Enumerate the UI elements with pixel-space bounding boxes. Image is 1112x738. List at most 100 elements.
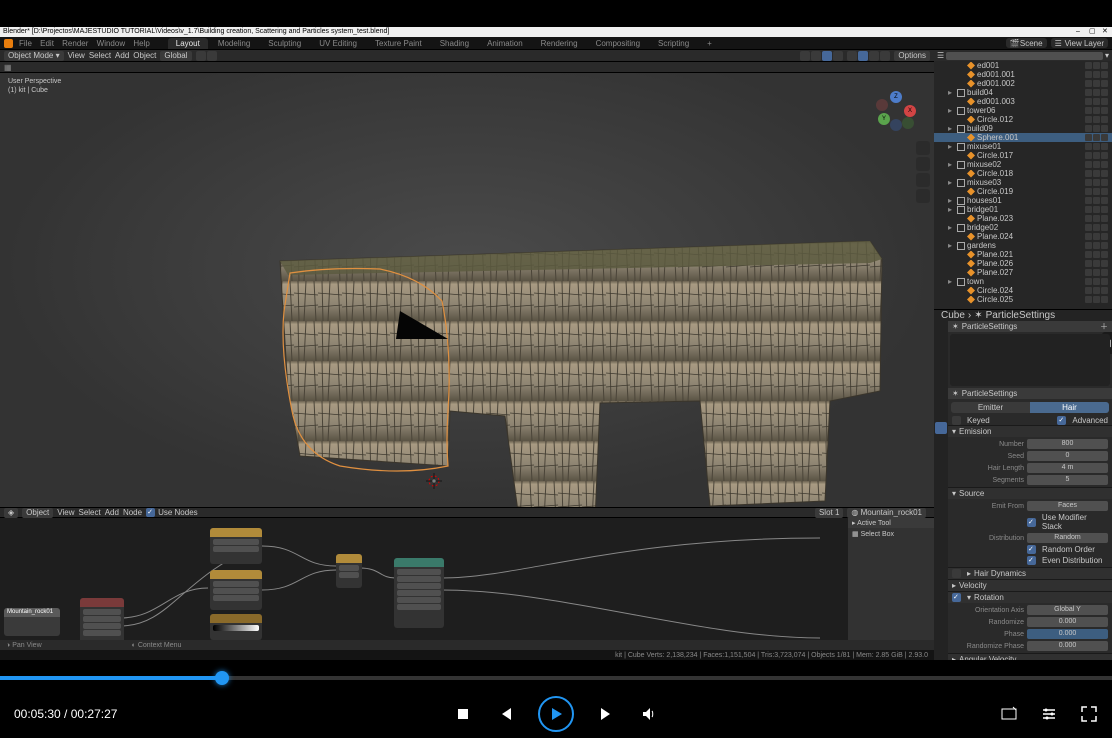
outliner-row[interactable]: Sphere.001: [934, 133, 1112, 142]
navigation-gizmo[interactable]: X Y Z: [876, 91, 916, 131]
tab-shading[interactable]: Shading: [432, 38, 477, 49]
outliner-row[interactable]: ▸mixuse03: [934, 178, 1112, 187]
visibility-toggle-icon[interactable]: [1093, 224, 1100, 231]
rendered-icon[interactable]: [880, 51, 890, 61]
vp-menu-view[interactable]: View: [68, 51, 85, 60]
hairdyn-title[interactable]: ▸ Hair Dynamics: [948, 568, 1112, 579]
prev-button[interactable]: [496, 705, 514, 723]
outliner-row[interactable]: Circle.024: [934, 286, 1112, 295]
velocity-title[interactable]: ▸ Velocity: [948, 580, 1112, 591]
advanced-checkbox[interactable]: [1057, 416, 1066, 425]
sel-visibility-icon[interactable]: [800, 51, 810, 61]
gizmo-y[interactable]: Y: [878, 113, 890, 125]
outliner-row[interactable]: ed001.002: [934, 79, 1112, 88]
visibility-toggle-icon[interactable]: [1085, 116, 1092, 123]
visibility-toggle-icon[interactable]: [1101, 215, 1108, 222]
visibility-toggle-icon[interactable]: [1101, 143, 1108, 150]
outliner-row[interactable]: ▸bridge01: [934, 205, 1112, 214]
menu-file[interactable]: File: [19, 39, 32, 48]
visibility-toggle-icon[interactable]: [1085, 188, 1092, 195]
outliner-row[interactable]: ▸town: [934, 277, 1112, 286]
source-title[interactable]: ▾ Source: [948, 488, 1112, 499]
visibility-toggle-icon[interactable]: [1085, 152, 1092, 159]
visibility-toggle-icon[interactable]: [1101, 125, 1108, 132]
outliner-row[interactable]: Plane.026: [934, 259, 1112, 268]
visibility-toggle-icon[interactable]: [1085, 260, 1092, 267]
randorder-checkbox[interactable]: [1027, 545, 1036, 554]
hair-tab[interactable]: Hair: [1030, 402, 1109, 413]
proportional-icon[interactable]: [207, 51, 217, 61]
proptab-physics-icon[interactable]: [935, 436, 947, 448]
tab-sculpting[interactable]: Sculpting: [260, 38, 309, 49]
gizmo-x[interactable]: X: [904, 105, 916, 117]
menu-window[interactable]: Window: [97, 39, 125, 48]
seed-field[interactable]: 0: [1027, 451, 1108, 461]
proptab-render-icon[interactable]: [935, 324, 947, 336]
visibility-toggle-icon[interactable]: [1093, 170, 1100, 177]
visibility-toggle-icon[interactable]: [1093, 62, 1100, 69]
ne-editor-type[interactable]: ◈: [4, 508, 18, 518]
node-image-a[interactable]: [210, 528, 262, 564]
outliner-row[interactable]: Plane.027: [934, 268, 1112, 277]
outliner-row[interactable]: Plane.021: [934, 250, 1112, 259]
gizmo-nz[interactable]: [890, 119, 902, 131]
hairdyn-checkbox[interactable]: [952, 569, 961, 578]
visibility-toggle-icon[interactable]: [1085, 296, 1092, 303]
proptab-data-icon[interactable]: [935, 464, 947, 476]
visibility-toggle-icon[interactable]: [1093, 89, 1100, 96]
visibility-toggle-icon[interactable]: [1093, 251, 1100, 258]
visibility-toggle-icon[interactable]: [1093, 215, 1100, 222]
visibility-toggle-icon[interactable]: [1101, 134, 1108, 141]
visibility-toggle-icon[interactable]: [1093, 107, 1100, 114]
visibility-toggle-icon[interactable]: [1101, 251, 1108, 258]
orientation-dropdown[interactable]: Global: [160, 51, 191, 61]
visibility-toggle-icon[interactable]: [1093, 98, 1100, 105]
tab-modeling[interactable]: Modeling: [210, 38, 258, 49]
outliner-row[interactable]: ▸mixuse01: [934, 142, 1112, 151]
tab-animation[interactable]: Animation: [479, 38, 531, 49]
number-field[interactable]: 800: [1027, 439, 1108, 449]
visibility-toggle-icon[interactable]: [1093, 197, 1100, 204]
randphase-field[interactable]: 0.000: [1027, 641, 1108, 651]
particle-systems-list[interactable]: [950, 334, 1110, 386]
play-button[interactable]: [538, 696, 574, 732]
visibility-toggle-icon[interactable]: [1093, 188, 1100, 195]
hairlen-field[interactable]: 4 m: [1027, 463, 1108, 473]
outliner-row[interactable]: ▸houses01: [934, 196, 1112, 205]
visibility-toggle-icon[interactable]: [1101, 80, 1108, 87]
options-dropdown[interactable]: Options: [894, 51, 930, 61]
proptab-scene-icon[interactable]: [935, 366, 947, 378]
visibility-toggle-icon[interactable]: [1085, 215, 1092, 222]
visibility-toggle-icon[interactable]: [1093, 206, 1100, 213]
visibility-toggle-icon[interactable]: [1085, 242, 1092, 249]
proptab-object-icon[interactable]: [935, 394, 947, 406]
particle-settings-name[interactable]: ParticleSettings: [962, 389, 1018, 398]
visibility-toggle-icon[interactable]: [1093, 152, 1100, 159]
progress-bar[interactable]: [0, 676, 1112, 680]
visibility-toggle-icon[interactable]: [1093, 71, 1100, 78]
visibility-toggle-icon[interactable]: [1085, 89, 1092, 96]
menu-edit[interactable]: Edit: [40, 39, 54, 48]
next-button[interactable]: [598, 705, 616, 723]
visibility-toggle-icon[interactable]: [1101, 71, 1108, 78]
outliner-row[interactable]: Plane.023: [934, 214, 1112, 223]
menu-help[interactable]: Help: [133, 39, 149, 48]
proptab-output-icon[interactable]: [935, 338, 947, 350]
visibility-toggle-icon[interactable]: [1093, 125, 1100, 132]
visibility-toggle-icon[interactable]: [1093, 296, 1100, 303]
visibility-toggle-icon[interactable]: [1085, 134, 1092, 141]
outliner-row[interactable]: ed001: [934, 61, 1112, 70]
visibility-toggle-icon[interactable]: [1085, 62, 1092, 69]
overlay-icon[interactable]: [822, 51, 832, 61]
settings-button[interactable]: [1040, 705, 1058, 723]
node-mix[interactable]: [336, 554, 362, 588]
maximize-button[interactable]: ▢: [1089, 27, 1096, 34]
visibility-toggle-icon[interactable]: [1101, 161, 1108, 168]
node-principled[interactable]: [394, 558, 444, 628]
visibility-toggle-icon[interactable]: [1101, 242, 1108, 249]
visibility-toggle-icon[interactable]: [1093, 161, 1100, 168]
tab-layout[interactable]: Layout: [168, 38, 208, 49]
visibility-toggle-icon[interactable]: [1093, 287, 1100, 294]
visibility-toggle-icon[interactable]: [1085, 107, 1092, 114]
visibility-toggle-icon[interactable]: [1101, 179, 1108, 186]
